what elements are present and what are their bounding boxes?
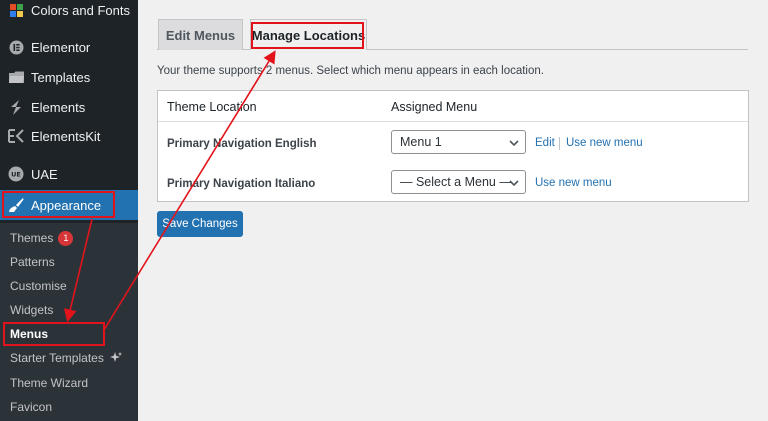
submenu-item-theme-wizard[interactable]: Theme Wizard bbox=[0, 371, 138, 395]
select-value: — Select a Menu — bbox=[400, 175, 512, 189]
submenu-item-label: Starter Templates bbox=[10, 351, 104, 365]
column-header-theme-location: Theme Location bbox=[167, 100, 257, 114]
sidebar-item-elementor[interactable]: Elementor bbox=[0, 32, 138, 62]
sidebar-item-label: UAE bbox=[31, 166, 58, 182]
submenu-item-label: Favicon bbox=[10, 400, 53, 414]
elementskit-icon bbox=[8, 128, 24, 144]
link-separator bbox=[559, 137, 560, 150]
menu-select-italiano[interactable]: — Select a Menu — bbox=[391, 170, 526, 194]
submenu-item-customise[interactable]: Customise bbox=[0, 274, 138, 298]
sparkle-icon bbox=[109, 352, 122, 364]
chevron-down-icon bbox=[509, 177, 519, 187]
folder-icon bbox=[8, 69, 24, 85]
sidebar-item-label: Appearance bbox=[31, 197, 102, 213]
submenu-item-label: Widgets bbox=[10, 303, 54, 317]
sidebar-item-label: Colors and Fonts bbox=[31, 2, 130, 18]
submenu-item-label: Customise bbox=[10, 279, 67, 293]
sidebar-item-elements[interactable]: Elements bbox=[0, 92, 138, 122]
submenu-item-menus[interactable]: Menus bbox=[0, 322, 138, 346]
sidebar-item-label: Elements bbox=[31, 99, 86, 115]
tab-edit-menus[interactable]: Edit Menus bbox=[158, 19, 243, 50]
submenu-item-favicon[interactable]: Favicon bbox=[0, 395, 138, 419]
tab-divider bbox=[157, 49, 748, 50]
uae-icon: UE bbox=[8, 166, 24, 182]
submenu-item-patterns[interactable]: Patterns bbox=[0, 250, 138, 274]
sidebar-item-templates[interactable]: Templates bbox=[0, 62, 138, 92]
update-count-badge: 1 bbox=[58, 230, 74, 246]
select-value: Menu 1 bbox=[400, 135, 442, 149]
elementor-icon bbox=[8, 39, 24, 55]
chevron-down-icon bbox=[509, 137, 519, 147]
location-label-english: Primary Navigation English bbox=[167, 138, 317, 150]
admin-sidebar: Colors and Fonts Elementor Templates Ele… bbox=[0, 0, 138, 421]
submenu-item-label: Theme Wizard bbox=[10, 376, 89, 390]
submenu-item-label: Menus bbox=[10, 327, 49, 341]
location-label-italiano: Primary Navigation Italiano bbox=[167, 178, 316, 190]
elements-icon bbox=[8, 99, 24, 115]
edit-menu-link[interactable]: Edit bbox=[535, 137, 555, 149]
sidebar-item-appearance[interactable]: Appearance bbox=[0, 190, 138, 220]
menu-select-english[interactable]: Menu 1 bbox=[391, 130, 526, 154]
sidebar-item-label: ElementsKit bbox=[31, 128, 101, 144]
paintbrush-icon bbox=[8, 197, 24, 213]
save-changes-button[interactable]: Save Changes bbox=[157, 211, 243, 237]
submenu-item-widgets[interactable]: Widgets bbox=[0, 298, 138, 322]
sidebar-item-label: Elementor bbox=[31, 39, 91, 55]
sidebar-item-elementskit[interactable]: ElementsKit bbox=[0, 121, 138, 151]
submenu-item-label: Patterns bbox=[10, 255, 55, 269]
column-header-assigned-menu: Assigned Menu bbox=[391, 100, 478, 114]
sidebar-item-label: Templates bbox=[31, 69, 91, 85]
svg-text:UE: UE bbox=[11, 171, 21, 179]
submenu-item-label: Themes bbox=[10, 231, 54, 245]
appearance-submenu: Themes 1 Patterns Customise Widgets Menu… bbox=[0, 223, 138, 421]
table-header: Theme Location Assigned Menu bbox=[158, 91, 748, 122]
submenu-item-themes[interactable]: Themes 1 bbox=[0, 226, 138, 250]
use-new-menu-link-english[interactable]: Use new menu bbox=[566, 137, 643, 149]
sidebar-item-colors-and-fonts[interactable]: Colors and Fonts bbox=[0, 0, 138, 25]
color-grid-icon bbox=[8, 2, 24, 18]
sidebar-item-uae[interactable]: UE UAE bbox=[0, 159, 138, 189]
menu-locations-table: Theme Location Assigned Menu Primary Nav… bbox=[157, 90, 749, 202]
tab-manage-locations[interactable]: Manage Locations bbox=[250, 19, 367, 50]
submenu-item-starter-templates[interactable]: Starter Templates bbox=[0, 346, 138, 370]
intro-text: Your theme supports 2 menus. Select whic… bbox=[157, 65, 544, 77]
use-new-menu-link-italiano[interactable]: Use new menu bbox=[535, 177, 612, 189]
